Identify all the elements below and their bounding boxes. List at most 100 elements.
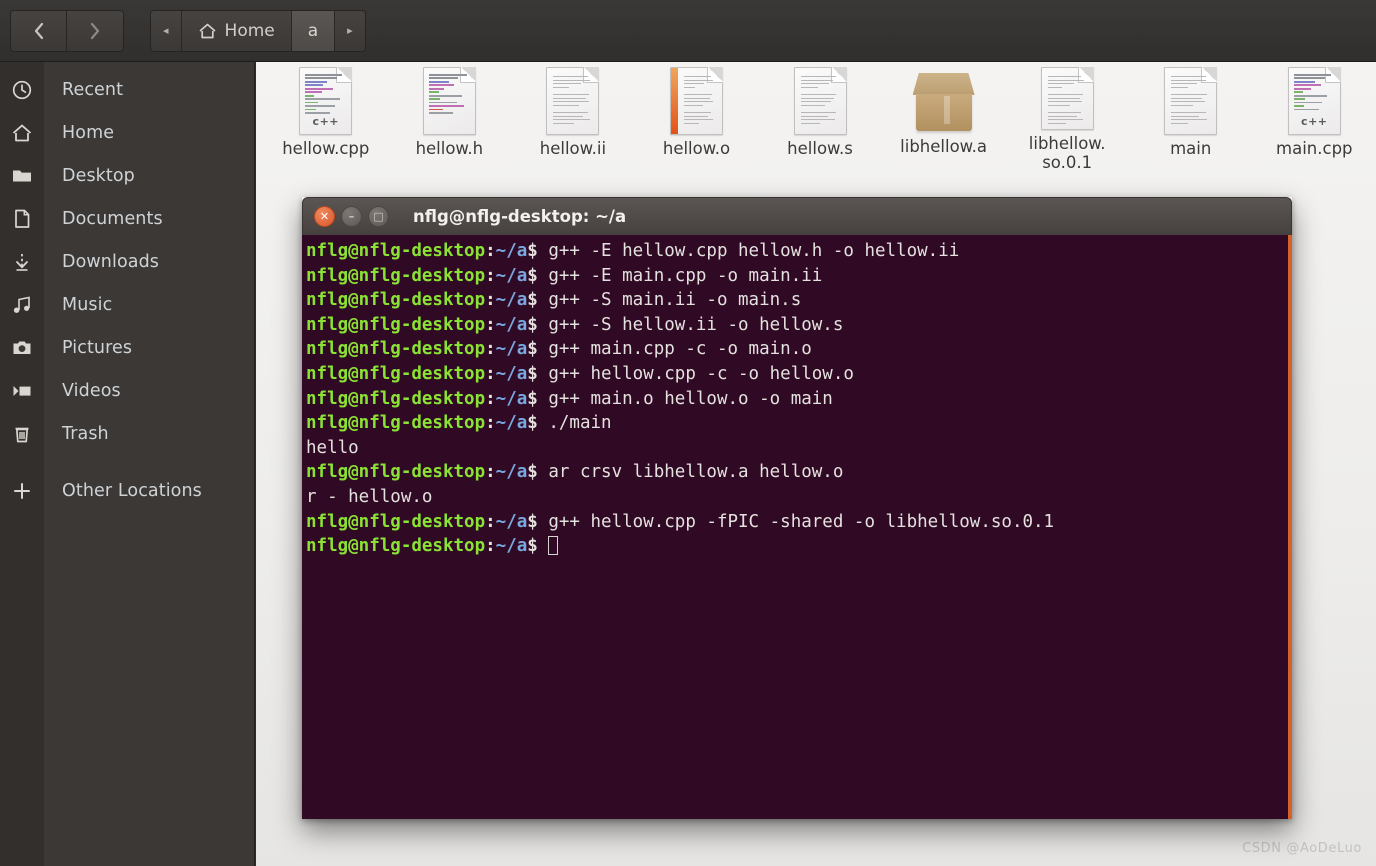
text-file-icon — [793, 67, 847, 135]
sidebar-item-recent-label: Recent — [62, 79, 124, 100]
file-name-label: hellow.cpp — [282, 139, 370, 158]
sidebar-item-pictures[interactable]: Pictures — [0, 326, 254, 369]
package-archive-icon — [912, 73, 975, 133]
file-item[interactable]: hellow.o — [635, 62, 759, 172]
sidebar-item-documents-label: Documents — [62, 208, 163, 229]
terminal-title: nflg@nflg-desktop: ~/a — [413, 207, 627, 226]
file-name-label: libhellow.a — [900, 137, 988, 156]
file-name-label: hellow.ii — [539, 139, 607, 158]
text-lines — [1047, 76, 1087, 126]
breadcrumb-item-home[interactable]: Home — [181, 10, 292, 51]
sidebar-item-downloads[interactable]: Downloads — [0, 240, 254, 283]
trash-icon — [0, 423, 44, 445]
terminal-line: hello — [306, 437, 359, 458]
file-item[interactable]: hellow.s — [758, 62, 882, 172]
music-note-icon — [0, 294, 44, 316]
cpp-header-file-icon — [422, 67, 476, 135]
camera-icon — [0, 337, 44, 359]
watermark: CSDN @AoDeLuo — [1242, 841, 1362, 856]
chevron-left-icon — [34, 22, 43, 39]
sidebar: Recent Home Desktop Documents Downloads … — [0, 62, 255, 866]
terminal-line: nflg@nflg-desktop:~/a$ g++ hellow.cpp -c… — [306, 363, 854, 384]
file-item[interactable]: hellow.ii — [511, 62, 635, 172]
text-lines — [1171, 76, 1210, 126]
breadcrumb-item-a[interactable]: a — [291, 10, 336, 51]
code-lines — [428, 74, 470, 116]
breadcrumb-item-home-label: Home — [224, 20, 275, 41]
terminal-line: nflg@nflg-desktop:~/a$ g++ -E main.cpp -… — [306, 265, 823, 286]
sidebar-item-other-locations[interactable]: Other Locations — [0, 469, 254, 512]
file-icon-grid: c++ hellow.cpp hellow.h hellow.ii hellow… — [256, 62, 1376, 172]
file-item[interactable]: libhellow. so.0.1 — [1005, 62, 1129, 172]
breadcrumb-scroll-right[interactable]: ▸ — [335, 10, 365, 51]
text-lines — [800, 76, 840, 126]
cpp-badge-label: c++ — [312, 115, 340, 128]
terminal-line: nflg@nflg-desktop:~/a$ g++ main.cpp -c -… — [306, 339, 812, 360]
sidebar-item-downloads-label: Downloads — [62, 251, 160, 272]
sidebar-item-trash[interactable]: Trash — [0, 412, 254, 455]
maximize-glyph: □ — [373, 210, 384, 223]
package-body — [915, 94, 972, 131]
home-icon — [0, 122, 44, 144]
sidebar-item-home[interactable]: Home — [0, 111, 254, 154]
download-icon — [0, 251, 44, 273]
text-lines — [553, 76, 592, 126]
terminal-line: nflg@nflg-desktop:~/a$ ar crsv libhellow… — [306, 462, 844, 483]
sidebar-item-trash-label: Trash — [62, 423, 109, 444]
terminal-line: nflg@nflg-desktop:~/a$ g++ -S main.ii -o… — [306, 290, 802, 311]
text-file-icon — [1164, 67, 1218, 135]
text-lines — [683, 76, 716, 126]
file-manager-window: ◂ Home a ▸ Recent Home Desktop Documents… — [0, 0, 1376, 866]
sidebar-separator — [0, 455, 254, 469]
terminal-line: nflg@nflg-desktop:~/a$ g++ hellow.cpp -f… — [306, 511, 1055, 532]
file-item[interactable]: hellow.h — [388, 62, 512, 172]
terminal-window[interactable]: ✕ – □ nflg@nflg-desktop: ~/a nflg@nflg-d… — [302, 197, 1292, 819]
file-name-label: hellow.h — [415, 139, 484, 158]
cpp-source-file-icon: c++ — [299, 67, 353, 135]
file-item[interactable]: main — [1129, 62, 1253, 172]
terminal-output[interactable]: nflg@nflg-desktop:~/a$ g++ -E hellow.cpp… — [302, 235, 1292, 819]
terminal-cursor — [548, 536, 559, 556]
sidebar-item-home-label: Home — [62, 122, 115, 143]
terminal-title-bar[interactable]: ✕ – □ nflg@nflg-desktop: ~/a — [302, 197, 1292, 235]
header-bar: ◂ Home a ▸ — [0, 0, 1376, 62]
back-button[interactable] — [11, 10, 67, 51]
maximize-icon[interactable]: □ — [368, 206, 389, 227]
terminal-line: nflg@nflg-desktop:~/a$ g++ -S hellow.ii … — [306, 314, 844, 335]
sidebar-item-recent[interactable]: Recent — [0, 68, 254, 111]
terminal-line: nflg@nflg-desktop:~/a$ g++ -E hellow.cpp… — [306, 241, 960, 261]
sidebar-item-documents[interactable]: Documents — [0, 197, 254, 240]
file-name-label: hellow.s — [787, 139, 853, 158]
text-file-icon — [1040, 67, 1094, 131]
clock-icon — [0, 79, 44, 101]
cpp-badge-label: c++ — [1301, 115, 1328, 128]
minimize-icon[interactable]: – — [341, 206, 362, 227]
chevron-right-icon — [90, 22, 100, 39]
sidebar-item-desktop[interactable]: Desktop — [0, 154, 254, 197]
close-icon[interactable]: ✕ — [314, 206, 335, 227]
file-item[interactable]: libhellow.a — [882, 62, 1006, 172]
breadcrumb-item-a-label: a — [307, 20, 319, 41]
sidebar-item-music[interactable]: Music — [0, 283, 254, 326]
code-lines — [1293, 74, 1335, 112]
package-tape — [943, 96, 950, 124]
breadcrumb-scroll-left[interactable]: ◂ — [151, 10, 182, 51]
close-glyph: ✕ — [319, 210, 330, 223]
sidebar-item-desktop-label: Desktop — [62, 165, 135, 186]
sidebar-item-videos-label: Videos — [62, 380, 121, 401]
file-item[interactable]: c++ hellow.cpp — [264, 62, 388, 172]
plus-icon — [0, 480, 44, 502]
breadcrumb-scroll-left-label: ◂ — [163, 24, 169, 37]
minimize-glyph: – — [348, 210, 355, 223]
home-icon — [198, 23, 216, 38]
video-icon — [0, 380, 44, 402]
file-name-label: main — [1170, 139, 1212, 158]
package-lid — [912, 73, 975, 95]
sidebar-item-videos[interactable]: Videos — [0, 369, 254, 412]
terminal-line: nflg@nflg-desktop:~/a$ ./main — [306, 413, 612, 434]
terminal-line: nflg@nflg-desktop:~/a$ g++ main.o hellow… — [306, 388, 833, 409]
file-name-label: main.cpp — [1276, 139, 1353, 158]
cpp-source-file-icon: c++ — [1287, 67, 1341, 135]
file-item[interactable]: c++ main.cpp — [1253, 62, 1376, 172]
forward-button[interactable] — [67, 10, 123, 51]
